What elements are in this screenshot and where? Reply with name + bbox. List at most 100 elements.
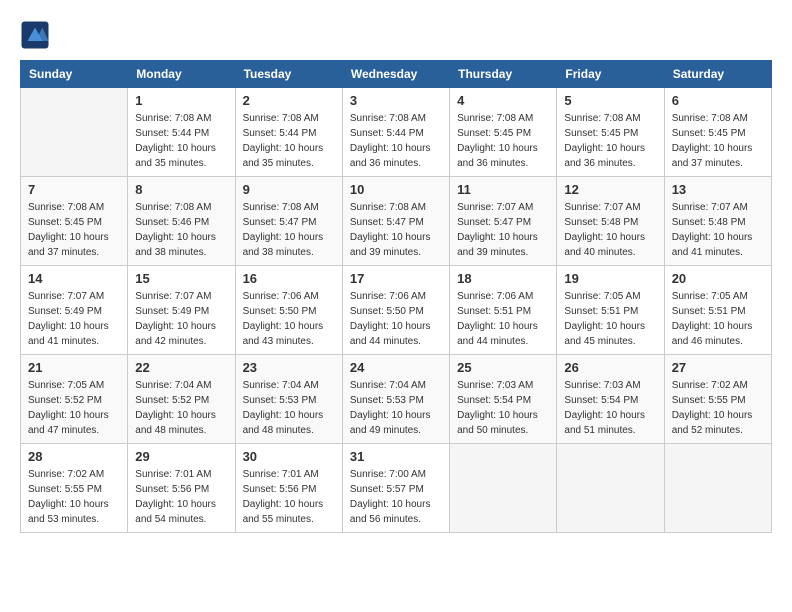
calendar-week-row: 1 Sunrise: 7:08 AM Sunset: 5:44 PM Daylig…	[21, 88, 772, 177]
day-of-week-header: Thursday	[450, 61, 557, 88]
day-info: Sunrise: 7:07 AM Sunset: 5:48 PM Dayligh…	[564, 200, 656, 260]
day-number: 3	[350, 93, 442, 108]
day-number: 4	[457, 93, 549, 108]
day-number: 20	[672, 271, 764, 286]
calendar-cell: 24 Sunrise: 7:04 AM Sunset: 5:53 PM Dayli…	[342, 355, 449, 444]
day-number: 11	[457, 182, 549, 197]
day-info: Sunrise: 7:08 AM Sunset: 5:45 PM Dayligh…	[457, 111, 549, 171]
calendar-cell: 5 Sunrise: 7:08 AM Sunset: 5:45 PM Daylig…	[557, 88, 664, 177]
calendar-cell: 3 Sunrise: 7:08 AM Sunset: 5:44 PM Daylig…	[342, 88, 449, 177]
day-number: 9	[243, 182, 335, 197]
calendar-cell: 23 Sunrise: 7:04 AM Sunset: 5:53 PM Dayli…	[235, 355, 342, 444]
day-info: Sunrise: 7:05 AM Sunset: 5:51 PM Dayligh…	[564, 289, 656, 349]
day-info: Sunrise: 7:04 AM Sunset: 5:53 PM Dayligh…	[243, 378, 335, 438]
calendar-cell: 4 Sunrise: 7:08 AM Sunset: 5:45 PM Daylig…	[450, 88, 557, 177]
day-number: 17	[350, 271, 442, 286]
calendar-cell: 2 Sunrise: 7:08 AM Sunset: 5:44 PM Daylig…	[235, 88, 342, 177]
calendar-cell: 29 Sunrise: 7:01 AM Sunset: 5:56 PM Dayli…	[128, 444, 235, 533]
calendar-cell: 9 Sunrise: 7:08 AM Sunset: 5:47 PM Daylig…	[235, 177, 342, 266]
day-info: Sunrise: 7:08 AM Sunset: 5:44 PM Dayligh…	[243, 111, 335, 171]
calendar-cell: 30Sunrise: 7:01 AM Sunset: 5:56 PM Dayli…	[235, 444, 342, 533]
day-info: Sunrise: 7:08 AM Sunset: 5:45 PM Dayligh…	[564, 111, 656, 171]
day-info: Sunrise: 7:07 AM Sunset: 5:49 PM Dayligh…	[28, 289, 120, 349]
calendar-cell: 21 Sunrise: 7:05 AM Sunset: 5:52 PM Dayli…	[21, 355, 128, 444]
day-info: Sunrise: 7:05 AM Sunset: 5:52 PM Dayligh…	[28, 378, 120, 438]
day-info: Sunrise: 7:07 AM Sunset: 5:48 PM Dayligh…	[672, 200, 764, 260]
calendar-cell: 26 Sunrise: 7:03 AM Sunset: 5:54 PM Dayli…	[557, 355, 664, 444]
header	[20, 20, 772, 50]
day-number: 29	[135, 449, 227, 464]
calendar-week-row: 14 Sunrise: 7:07 AM Sunset: 5:49 PM Dayli…	[21, 266, 772, 355]
day-info: Sunrise: 7:05 AM Sunset: 5:51 PM Dayligh…	[672, 289, 764, 349]
day-number: 5	[564, 93, 656, 108]
day-info: Sunrise: 7:04 AM Sunset: 5:53 PM Dayligh…	[350, 378, 442, 438]
day-number: 18	[457, 271, 549, 286]
calendar-cell: 12 Sunrise: 7:07 AM Sunset: 5:48 PM Dayli…	[557, 177, 664, 266]
day-number: 12	[564, 182, 656, 197]
calendar-cell: 10 Sunrise: 7:08 AM Sunset: 5:47 PM Dayli…	[342, 177, 449, 266]
day-number: 27	[672, 360, 764, 375]
day-number: 28	[28, 449, 120, 464]
day-info: Sunrise: 7:00 AM Sunset: 5:57 PM Dayligh…	[350, 467, 442, 527]
calendar-week-row: 28 Sunrise: 7:02 AM Sunset: 5:55 PM Dayli…	[21, 444, 772, 533]
day-info: Sunrise: 7:02 AM Sunset: 5:55 PM Dayligh…	[28, 467, 120, 527]
calendar-cell: 7Sunrise: 7:08 AM Sunset: 5:45 PM Daylig…	[21, 177, 128, 266]
calendar-cell: 20 Sunrise: 7:05 AM Sunset: 5:51 PM Dayli…	[664, 266, 771, 355]
calendar-cell: 22Sunrise: 7:04 AM Sunset: 5:52 PM Dayli…	[128, 355, 235, 444]
day-info: Sunrise: 7:08 AM Sunset: 5:47 PM Dayligh…	[243, 200, 335, 260]
calendar-cell: 14 Sunrise: 7:07 AM Sunset: 5:49 PM Dayli…	[21, 266, 128, 355]
calendar-cell	[450, 444, 557, 533]
day-info: Sunrise: 7:01 AM Sunset: 5:56 PM Dayligh…	[243, 467, 335, 527]
day-info: Sunrise: 7:04 AM Sunset: 5:52 PM Dayligh…	[135, 378, 227, 438]
day-number: 1	[135, 93, 227, 108]
day-info: Sunrise: 7:08 AM Sunset: 5:44 PM Dayligh…	[350, 111, 442, 171]
logo-icon	[20, 20, 50, 50]
calendar-table: SundayMondayTuesdayWednesdayThursdayFrid…	[20, 60, 772, 533]
day-info: Sunrise: 7:03 AM Sunset: 5:54 PM Dayligh…	[457, 378, 549, 438]
day-info: Sunrise: 7:08 AM Sunset: 5:46 PM Dayligh…	[135, 200, 227, 260]
calendar-cell: 6Sunrise: 7:08 AM Sunset: 5:45 PM Daylig…	[664, 88, 771, 177]
day-number: 23	[243, 360, 335, 375]
day-number: 24	[350, 360, 442, 375]
calendar-cell: 1Sunrise: 7:08 AM Sunset: 5:44 PM Daylig…	[128, 88, 235, 177]
day-info: Sunrise: 7:06 AM Sunset: 5:50 PM Dayligh…	[350, 289, 442, 349]
calendar-cell: 18Sunrise: 7:06 AM Sunset: 5:51 PM Dayli…	[450, 266, 557, 355]
calendar-cell: 27 Sunrise: 7:02 AM Sunset: 5:55 PM Dayli…	[664, 355, 771, 444]
day-number: 25	[457, 360, 549, 375]
day-of-week-header: Monday	[128, 61, 235, 88]
calendar-cell: 11 Sunrise: 7:07 AM Sunset: 5:47 PM Dayli…	[450, 177, 557, 266]
day-number: 14	[28, 271, 120, 286]
calendar-cell: 31Sunrise: 7:00 AM Sunset: 5:57 PM Dayli…	[342, 444, 449, 533]
calendar-cell	[557, 444, 664, 533]
calendar-cell	[664, 444, 771, 533]
day-number: 19	[564, 271, 656, 286]
day-number: 2	[243, 93, 335, 108]
calendar-cell: 16Sunrise: 7:06 AM Sunset: 5:50 PM Dayli…	[235, 266, 342, 355]
day-info: Sunrise: 7:03 AM Sunset: 5:54 PM Dayligh…	[564, 378, 656, 438]
calendar-cell: 8Sunrise: 7:08 AM Sunset: 5:46 PM Daylig…	[128, 177, 235, 266]
day-number: 13	[672, 182, 764, 197]
day-number: 16	[243, 271, 335, 286]
logo	[20, 20, 54, 50]
day-of-week-header: Tuesday	[235, 61, 342, 88]
day-number: 26	[564, 360, 656, 375]
day-info: Sunrise: 7:07 AM Sunset: 5:47 PM Dayligh…	[457, 200, 549, 260]
day-of-week-header: Saturday	[664, 61, 771, 88]
calendar-cell: 17 Sunrise: 7:06 AM Sunset: 5:50 PM Dayli…	[342, 266, 449, 355]
day-info: Sunrise: 7:08 AM Sunset: 5:45 PM Dayligh…	[28, 200, 120, 260]
day-number: 10	[350, 182, 442, 197]
day-info: Sunrise: 7:08 AM Sunset: 5:47 PM Dayligh…	[350, 200, 442, 260]
day-number: 21	[28, 360, 120, 375]
calendar-cell	[21, 88, 128, 177]
calendar-cell: 25 Sunrise: 7:03 AM Sunset: 5:54 PM Dayli…	[450, 355, 557, 444]
day-info: Sunrise: 7:02 AM Sunset: 5:55 PM Dayligh…	[672, 378, 764, 438]
calendar-cell: 19 Sunrise: 7:05 AM Sunset: 5:51 PM Dayli…	[557, 266, 664, 355]
calendar-week-row: 21 Sunrise: 7:05 AM Sunset: 5:52 PM Dayli…	[21, 355, 772, 444]
calendar-cell: 15Sunrise: 7:07 AM Sunset: 5:49 PM Dayli…	[128, 266, 235, 355]
day-info: Sunrise: 7:01 AM Sunset: 5:56 PM Dayligh…	[135, 467, 227, 527]
day-info: Sunrise: 7:07 AM Sunset: 5:49 PM Dayligh…	[135, 289, 227, 349]
day-of-week-header: Wednesday	[342, 61, 449, 88]
calendar-cell: 28 Sunrise: 7:02 AM Sunset: 5:55 PM Dayli…	[21, 444, 128, 533]
day-of-week-header: Sunday	[21, 61, 128, 88]
calendar-week-row: 7Sunrise: 7:08 AM Sunset: 5:45 PM Daylig…	[21, 177, 772, 266]
